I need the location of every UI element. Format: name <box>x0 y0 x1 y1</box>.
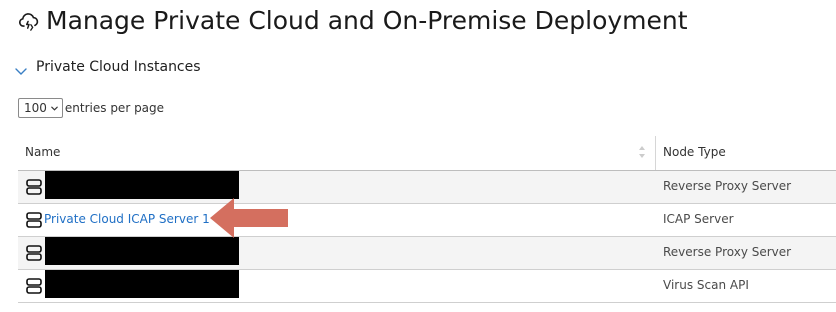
node-type-cell: Reverse Proxy Server <box>663 245 792 259</box>
table-row: Virus Scan API <box>18 270 836 303</box>
section-title: Private Cloud Instances <box>36 59 201 75</box>
page-header: Manage Private Cloud and On-Premise Depl… <box>18 6 688 35</box>
page-title: Manage Private Cloud and On-Premise Depl… <box>46 6 688 35</box>
table-row: Reverse Proxy Server <box>18 237 836 270</box>
section-toggle[interactable]: Private Cloud Instances <box>14 56 201 78</box>
column-header-node-type[interactable]: Node Type <box>663 145 726 159</box>
chevron-down-icon <box>51 106 58 111</box>
entries-select-value: 100 <box>24 101 47 115</box>
cloud-sync-icon <box>19 12 39 31</box>
annotation-arrow-icon <box>210 198 288 238</box>
entries-select[interactable]: 100 <box>18 98 63 118</box>
sort-icon[interactable] <box>638 145 646 159</box>
redacted-name <box>45 270 239 298</box>
page: Manage Private Cloud and On-Premise Depl… <box>0 0 836 312</box>
server-icon <box>26 245 42 261</box>
instances-table: Name Node Type Reverse Proxy Server Priv… <box>18 136 836 303</box>
table-row: Private Cloud ICAP Server 1 ICAP Server <box>18 204 836 237</box>
instance-link[interactable]: Private Cloud ICAP Server 1 <box>44 212 210 226</box>
redacted-name <box>45 237 239 265</box>
column-header-name[interactable]: Name <box>25 145 60 159</box>
server-icon <box>26 278 42 294</box>
chevron-down-icon[interactable] <box>14 64 28 78</box>
table-row: Reverse Proxy Server <box>18 171 836 204</box>
entries-per-page-control: 100 entries per page <box>18 98 164 118</box>
node-type-cell: Reverse Proxy Server <box>663 179 792 193</box>
table-header: Name Node Type <box>18 136 836 171</box>
node-type-cell: Virus Scan API <box>663 278 749 292</box>
entries-label: entries per page <box>64 101 165 115</box>
node-type-cell: ICAP Server <box>663 212 734 226</box>
server-icon <box>26 212 42 228</box>
server-icon <box>26 179 42 195</box>
